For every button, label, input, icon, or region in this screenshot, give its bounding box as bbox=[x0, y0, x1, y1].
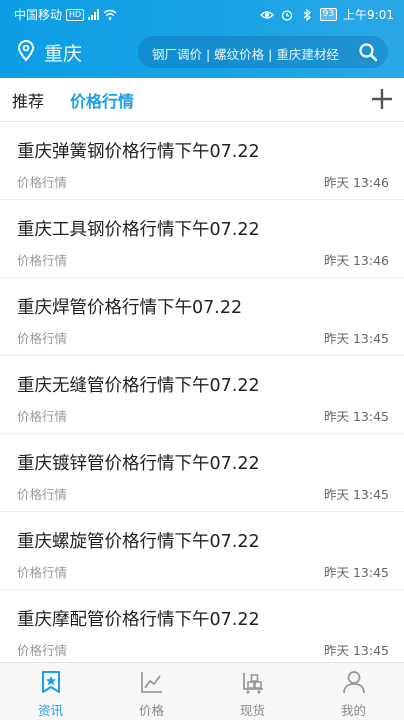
nav-price[interactable]: 价格 bbox=[101, 663, 202, 720]
news-category: 价格行情 bbox=[17, 409, 68, 424]
news-category: 价格行情 bbox=[17, 643, 68, 658]
tab-price-market[interactable]: 价格行情 bbox=[70, 88, 134, 112]
news-item[interactable]: 重庆焊管价格行情下午07.22 价格行情 昨天 13:45 bbox=[0, 278, 404, 356]
news-category: 价格行情 bbox=[17, 487, 68, 502]
news-item[interactable]: 重庆螺旋管价格行情下午07.22 价格行情 昨天 13:45 bbox=[0, 512, 404, 590]
tab-recommend[interactable]: 推荐 bbox=[12, 88, 44, 112]
status-left: 中国移动 HD bbox=[14, 6, 117, 23]
news-time: 昨天 13:45 bbox=[324, 487, 389, 502]
status-right: 93 上午9:01 bbox=[259, 6, 394, 23]
news-category: 价格行情 bbox=[17, 331, 68, 346]
news-time: 昨天 13:45 bbox=[324, 331, 389, 346]
nav-profile[interactable]: 我的 bbox=[303, 663, 404, 720]
news-time: 昨天 13:45 bbox=[324, 409, 389, 424]
news-title: 重庆螺旋管价格行情下午07.22 bbox=[17, 532, 260, 552]
news-title: 重庆焊管价格行情下午07.22 bbox=[17, 298, 243, 318]
search-hint: 钢厂调价 | 螺纹价格 | 重庆建材经 bbox=[152, 47, 339, 62]
news-icon bbox=[42, 671, 60, 693]
wifi-icon bbox=[103, 9, 117, 20]
status-bar: 中国移动 HD 93 上午9:01 bbox=[0, 0, 404, 28]
news-title: 重庆工具钢价格行情下午07.22 bbox=[17, 220, 260, 240]
eye-icon bbox=[259, 10, 274, 19]
news-item[interactable]: 重庆工具钢价格行情下午07.22 价格行情 昨天 13:46 bbox=[0, 200, 404, 278]
add-channel-button[interactable] bbox=[370, 87, 394, 111]
nav-label: 现货 bbox=[239, 703, 265, 718]
news-title: 重庆无缝管价格行情下午07.22 bbox=[17, 376, 260, 396]
chart-icon bbox=[141, 672, 162, 693]
news-title: 重庆镀锌管价格行情下午07.22 bbox=[17, 454, 260, 474]
nav-spot-goods[interactable]: 现货 bbox=[202, 663, 303, 720]
news-list[interactable]: 重庆弹簧钢价格行情下午07.22 价格行情 昨天 13:46 重庆工具钢价格行情… bbox=[0, 122, 404, 662]
city-selector[interactable]: 重庆 bbox=[44, 39, 82, 66]
search-icon[interactable] bbox=[358, 42, 378, 62]
nav-news[interactable]: 资讯 bbox=[0, 663, 101, 720]
news-title: 重庆摩配管价格行情下午07.22 bbox=[17, 610, 260, 630]
news-time: 昨天 13:46 bbox=[324, 175, 389, 190]
category-tabs: 推荐 价格行情 bbox=[0, 78, 404, 122]
news-time: 昨天 13:45 bbox=[324, 565, 389, 580]
news-item[interactable]: 重庆弹簧钢价格行情下午07.22 价格行情 昨天 13:46 bbox=[0, 122, 404, 200]
battery-icon: 93 bbox=[319, 8, 338, 21]
goods-icon bbox=[243, 673, 263, 694]
location-pin-icon[interactable] bbox=[16, 40, 36, 62]
app-header: 中国移动 HD 93 上午9:01 重庆 钢厂调价 | 螺纹价格 | 重庆建材经 bbox=[0, 0, 404, 78]
news-item[interactable]: 重庆无缝管价格行情下午07.22 价格行情 昨天 13:45 bbox=[0, 356, 404, 434]
news-item[interactable]: 重庆摩配管价格行情下午07.22 价格行情 昨天 13:45 bbox=[0, 590, 404, 662]
bluetooth-icon bbox=[303, 8, 311, 21]
news-time: 昨天 13:45 bbox=[324, 643, 389, 658]
signal-icon bbox=[88, 9, 100, 20]
news-category: 价格行情 bbox=[17, 253, 68, 268]
news-category: 价格行情 bbox=[17, 175, 68, 190]
hd-badge: HD bbox=[66, 8, 85, 21]
search-bar[interactable]: 钢厂调价 | 螺纹价格 | 重庆建材经 bbox=[138, 36, 388, 68]
nav-label: 价格 bbox=[138, 703, 164, 718]
news-title: 重庆弹簧钢价格行情下午07.22 bbox=[17, 142, 260, 162]
news-item[interactable]: 重庆镀锌管价格行情下午07.22 价格行情 昨天 13:45 bbox=[0, 434, 404, 512]
clock-label: 上午9:01 bbox=[343, 8, 394, 22]
profile-icon bbox=[343, 671, 365, 694]
news-category: 价格行情 bbox=[17, 565, 68, 580]
carrier-label: 中国移动 bbox=[14, 8, 63, 22]
bottom-nav: 资讯 价格 现货 我的 bbox=[0, 662, 404, 720]
alarm-icon bbox=[281, 9, 292, 21]
nav-label: 我的 bbox=[340, 703, 366, 718]
news-time: 昨天 13:46 bbox=[324, 253, 389, 268]
nav-label: 资讯 bbox=[37, 703, 63, 718]
